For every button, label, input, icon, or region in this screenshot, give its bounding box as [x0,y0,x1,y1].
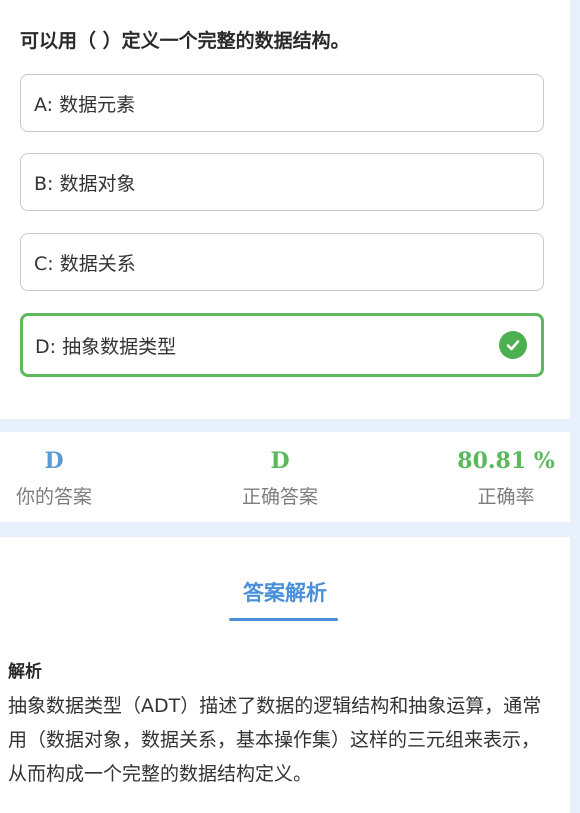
stats-card: D 你的答案 D 正确答案 80.81 % 正确率 [0,432,570,522]
accuracy-value: 80.81 % [457,448,555,474]
analysis-heading: 解析 [8,662,42,682]
your-answer-label: 你的答案 [15,486,92,508]
option-c[interactable]: C: 数据关系 [20,233,544,291]
option-b-label: B: 数据对象 [34,172,136,195]
option-d-label: D: 抽象数据类型 [35,335,177,358]
option-d[interactable]: D: 抽象数据类型 [20,313,544,377]
question-card: 可以用（ ）定义一个完整的数据结构。 A: 数据元素 B: 数据对象 C: 数据… [0,0,570,419]
question-text: 可以用（ ）定义一个完整的数据结构。 [20,30,350,52]
correct-answer-stat: D 正确答案 [210,448,350,509]
option-c-label: C: 数据关系 [34,252,136,275]
your-answer-value: D [44,448,64,474]
analysis-tab[interactable]: 答案解析 [0,577,570,607]
analysis-card: 答案解析 解析 抽象数据类型（ADT）描述了数据的逻辑结构和抽象运算，通常用（数… [0,537,570,813]
option-a[interactable]: A: 数据元素 [20,74,544,132]
option-a-label: A: 数据元素 [34,93,136,116]
option-b[interactable]: B: 数据对象 [20,153,544,211]
scrollbar[interactable] [572,0,580,813]
your-answer-stat: D 你的答案 [0,448,108,509]
analysis-body: 抽象数据类型（ADT）描述了数据的逻辑结构和抽象运算，通常用（数据对象，数据关系… [8,695,542,785]
correct-answer-value: D [270,448,290,474]
analysis-tab-underline [229,618,338,621]
accuracy-stat: 80.81 % 正确率 [446,448,566,509]
correct-answer-label: 正确答案 [241,486,318,508]
check-circle-icon [499,331,527,359]
accuracy-label: 正确率 [477,486,535,508]
